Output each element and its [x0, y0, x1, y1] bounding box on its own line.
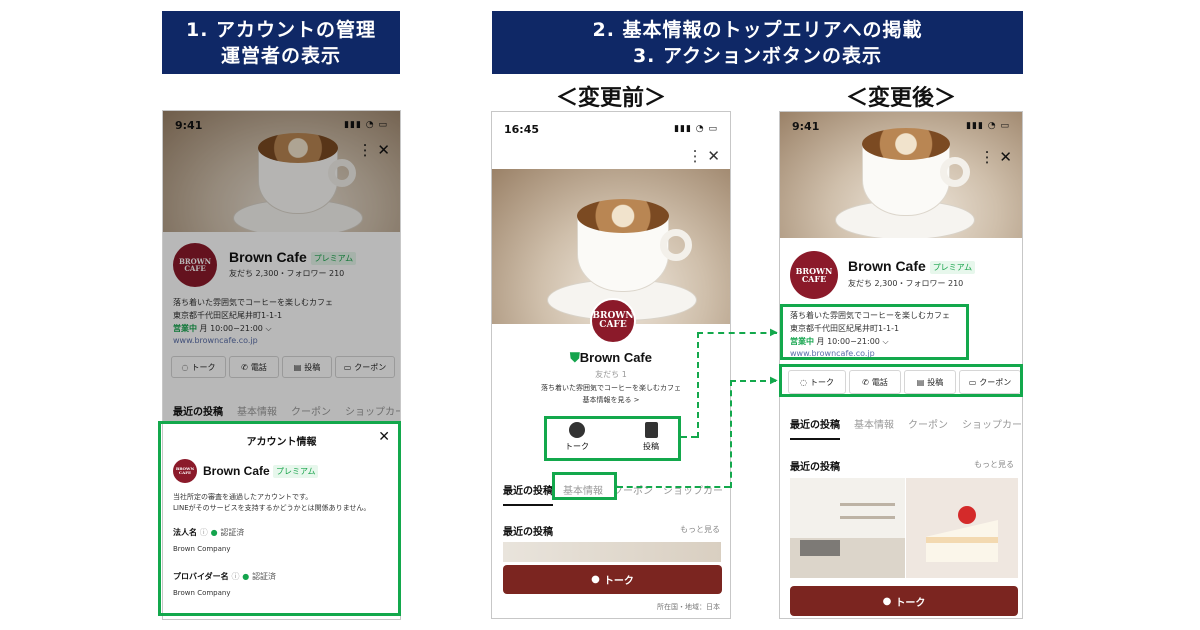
talk-cta-button[interactable]: ● トーク [503, 565, 722, 594]
tab-recent[interactable]: 最近の投稿 [790, 416, 840, 440]
status-icons: ▮▮▮ ◔ ▭ [674, 124, 718, 134]
section-title: 最近の投稿 [503, 527, 553, 538]
tab-shopcard[interactable]: ショップカード [962, 416, 1022, 440]
more-link[interactable]: もっと見る [974, 459, 1014, 470]
brand-logo: BROWN CAFE [790, 251, 838, 299]
status-time: 9:41 [792, 120, 820, 133]
chat-icon: ● [591, 574, 600, 585]
highlight-basic-info-top [780, 304, 969, 360]
tab-bar: 最近の投稿 基本情報 クーポン ショップカード [790, 416, 1022, 440]
menu-close-icons[interactable]: ⋮ ✕ [980, 148, 1012, 166]
connector [681, 436, 697, 438]
caption-before: ＜変更前＞ [555, 86, 666, 111]
status-time: 16:45 [504, 123, 540, 136]
banner-left-line2: 運営者の表示 [220, 44, 341, 67]
banner-basic-info: 2. 基本情報のトップエリアへの掲載 3. アクションボタンの表示 [492, 11, 1023, 74]
brand-logo: BROWN CAFE [590, 298, 636, 344]
highlight-modal [158, 421, 401, 616]
tab-info[interactable]: 基本情報 [854, 416, 894, 440]
region-footer: 所在国・地域：日本 [657, 603, 720, 611]
basic-info-link[interactable]: 基本情報を見る > [492, 395, 730, 405]
highlight-action-buttons-before [544, 416, 681, 461]
arrow-right-icon: ▶ [770, 327, 778, 338]
caption-after: ＜変更後＞ [845, 86, 956, 111]
phone-before: 16:45 ▮▮▮ ◔ ▭ ⋮ ✕ BROWN CAFE ⛊Brown Cafe … [491, 111, 731, 619]
account-name: Brown Cafe プレミアム [848, 258, 976, 274]
connector [697, 332, 699, 438]
friends-count: 友だち 1 [595, 370, 627, 379]
connector [730, 380, 732, 488]
arrow-right-icon: ▶ [770, 375, 778, 386]
stats: 友だち 2,300・フォロワー 210 [848, 279, 964, 288]
shield-icon: ⛊ [570, 350, 580, 365]
highlight-action-buttons-after [779, 364, 1023, 397]
menu-close-icons[interactable]: ⋮ ✕ [688, 147, 720, 165]
post-image-cake [906, 478, 1018, 578]
description: 落ち着いた雰囲気でコーヒーを楽しむカフェ [541, 384, 681, 392]
tab-recent[interactable]: 最近の投稿 [503, 482, 553, 506]
premium-badge: プレミアム [929, 260, 976, 274]
banner-account-management: 1. アカウントの管理 運営者の表示 [162, 11, 400, 74]
talk-cta-button[interactable]: ● トーク [790, 586, 1018, 616]
tab-coupon[interactable]: クーポン [908, 416, 948, 440]
post-image-cafe [790, 478, 905, 578]
connector [617, 486, 730, 488]
section-title: 最近の投稿 [790, 462, 840, 473]
banner-left-line1: 1. アカウントの管理 [185, 18, 377, 41]
banner-right-line1: 2. 基本情報のトップエリアへの掲載 [592, 18, 923, 41]
status-icons: ▮▮▮ ◔ ▭ [966, 121, 1010, 131]
banner-right-line2: 3. アクションボタンの表示 [632, 44, 883, 67]
more-link[interactable]: もっと見る [680, 524, 720, 535]
highlight-basic-info-tab [552, 472, 617, 500]
post-thumbnail [503, 542, 721, 562]
connector [697, 332, 777, 334]
chat-icon: ● [882, 595, 892, 607]
account-name: ⛊Brown Cafe [570, 350, 652, 365]
